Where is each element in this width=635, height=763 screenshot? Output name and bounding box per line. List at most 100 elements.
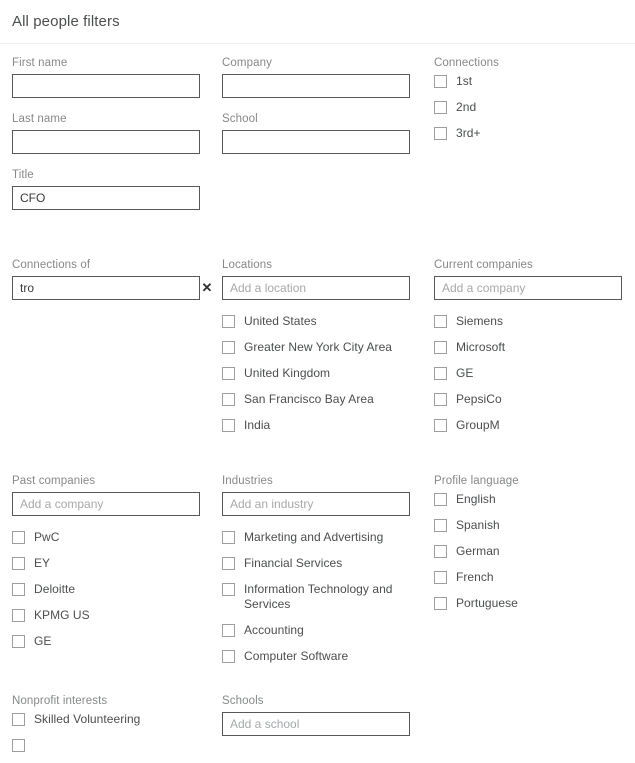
- list-item[interactable]: Greater New York City Area: [222, 340, 434, 355]
- list-item[interactable]: [12, 738, 222, 752]
- list-item[interactable]: KPMG US: [12, 608, 222, 623]
- checkbox-icon[interactable]: [434, 101, 447, 114]
- list-item[interactable]: 2nd: [434, 100, 634, 115]
- past-companies-checkbox-list: PwC EY Deloitte KPMG US GE: [12, 530, 222, 649]
- list-item[interactable]: Portuguese: [434, 596, 634, 611]
- list-item[interactable]: GE: [434, 366, 634, 381]
- checkbox-icon[interactable]: [12, 531, 25, 544]
- checkbox-label: GE: [34, 634, 52, 648]
- connections-of-input-wrap: ✕: [12, 276, 222, 300]
- first-name-input[interactable]: [12, 74, 200, 98]
- list-item[interactable]: Spanish: [434, 518, 634, 533]
- checkbox-label: Portuguese: [456, 596, 518, 610]
- list-item[interactable]: GroupM: [434, 418, 634, 433]
- checkbox-icon[interactable]: [222, 583, 235, 596]
- list-item[interactable]: 1st: [434, 74, 634, 89]
- checkbox-label: Greater New York City Area: [244, 340, 393, 354]
- schools-input[interactable]: [222, 712, 410, 736]
- list-item[interactable]: United Kingdom: [222, 366, 434, 381]
- checkbox-icon[interactable]: [222, 531, 235, 544]
- industries-input-wrap: [222, 492, 434, 516]
- checkbox-icon[interactable]: [434, 571, 447, 584]
- checkbox-icon[interactable]: [12, 739, 25, 752]
- checkbox-label: United States: [244, 314, 317, 328]
- checkbox-icon[interactable]: [434, 419, 447, 432]
- past-companies-input-wrap: [12, 492, 222, 516]
- list-item[interactable]: PwC: [12, 530, 222, 545]
- list-item[interactable]: Information Technology and Services: [222, 582, 434, 612]
- checkbox-label: English: [456, 492, 496, 506]
- checkbox-icon[interactable]: [434, 341, 447, 354]
- checkbox-icon[interactable]: [222, 624, 235, 637]
- list-item[interactable]: Deloitte: [12, 582, 222, 597]
- industries-input[interactable]: [222, 492, 410, 516]
- checkbox-label: Deloitte: [34, 582, 76, 596]
- checkbox-icon[interactable]: [222, 419, 235, 432]
- checkbox-label: GroupM: [456, 418, 500, 432]
- list-item[interactable]: Financial Services: [222, 556, 434, 571]
- list-item[interactable]: Microsoft: [434, 340, 634, 355]
- checkbox-icon[interactable]: [222, 557, 235, 570]
- checkbox-icon[interactable]: [12, 583, 25, 596]
- list-item[interactable]: German: [434, 544, 634, 559]
- checkbox-icon[interactable]: [222, 315, 235, 328]
- connections-of-label: Connections of: [12, 259, 91, 271]
- checkbox-icon[interactable]: [434, 393, 447, 406]
- list-item[interactable]: India: [222, 418, 434, 433]
- list-item[interactable]: French: [434, 570, 634, 585]
- title-input[interactable]: [12, 186, 200, 210]
- checkbox-icon[interactable]: [434, 127, 447, 140]
- checkbox-icon[interactable]: [434, 493, 447, 506]
- locations-label: Locations: [222, 259, 273, 271]
- checkbox-icon[interactable]: [222, 650, 235, 663]
- checkbox-icon[interactable]: [434, 597, 447, 610]
- checkbox-icon[interactable]: [222, 393, 235, 406]
- filter-column-schools: Schools: [222, 694, 434, 750]
- list-item[interactable]: EY: [12, 556, 222, 571]
- checkbox-icon[interactable]: [434, 75, 447, 88]
- current-companies-input[interactable]: [434, 276, 622, 300]
- checkbox-icon[interactable]: [434, 315, 447, 328]
- title-input-wrap: [12, 186, 222, 210]
- checkbox-icon[interactable]: [434, 519, 447, 532]
- locations-input[interactable]: [222, 276, 410, 300]
- school-input[interactable]: [222, 130, 410, 154]
- checkbox-icon[interactable]: [434, 367, 447, 380]
- checkbox-icon[interactable]: [434, 545, 447, 558]
- checkbox-label: Accounting: [244, 623, 304, 637]
- checkbox-label: KPMG US: [34, 608, 90, 622]
- list-item[interactable]: Siemens: [434, 314, 634, 329]
- filter-column-profile-language: Profile language English Spanish German …: [434, 474, 634, 622]
- list-item[interactable]: Computer Software: [222, 649, 434, 664]
- list-item[interactable]: San Francisco Bay Area: [222, 392, 434, 407]
- list-item[interactable]: Marketing and Advertising: [222, 530, 434, 545]
- first-name-input-wrap: [12, 74, 222, 98]
- page-title: All people filters: [12, 13, 120, 30]
- last-name-label: Last name: [12, 113, 67, 125]
- checkbox-label: French: [456, 570, 494, 584]
- company-input[interactable]: [222, 74, 410, 98]
- connections-checkbox-list: 1st 2nd 3rd+: [434, 74, 634, 141]
- list-item[interactable]: PepsiCo: [434, 392, 634, 407]
- past-companies-input[interactable]: [12, 492, 200, 516]
- checkbox-icon[interactable]: [222, 367, 235, 380]
- checkbox-icon[interactable]: [12, 557, 25, 570]
- checkbox-icon[interactable]: [12, 713, 25, 726]
- list-item[interactable]: Skilled Volunteering: [12, 712, 222, 727]
- filter-column-current-companies: Current companies Siemens Microsoft GE: [434, 258, 634, 444]
- list-item[interactable]: English: [434, 492, 634, 507]
- current-companies-label: Current companies: [434, 259, 533, 271]
- locations-checkbox-list: United States Greater New York City Area…: [222, 314, 434, 433]
- checkbox-icon[interactable]: [12, 635, 25, 648]
- field-company: Company: [222, 56, 434, 98]
- last-name-input[interactable]: [12, 130, 200, 154]
- connections-of-input[interactable]: [12, 276, 200, 300]
- list-item[interactable]: United States: [222, 314, 434, 329]
- list-item[interactable]: GE: [12, 634, 222, 649]
- checkbox-icon[interactable]: [12, 609, 25, 622]
- close-icon[interactable]: ✕: [198, 279, 216, 297]
- list-item[interactable]: 3rd+: [434, 126, 634, 141]
- list-item[interactable]: Accounting: [222, 623, 434, 638]
- checkbox-icon[interactable]: [222, 341, 235, 354]
- filter-row-3: Past companies PwC EY Deloitte: [12, 474, 623, 675]
